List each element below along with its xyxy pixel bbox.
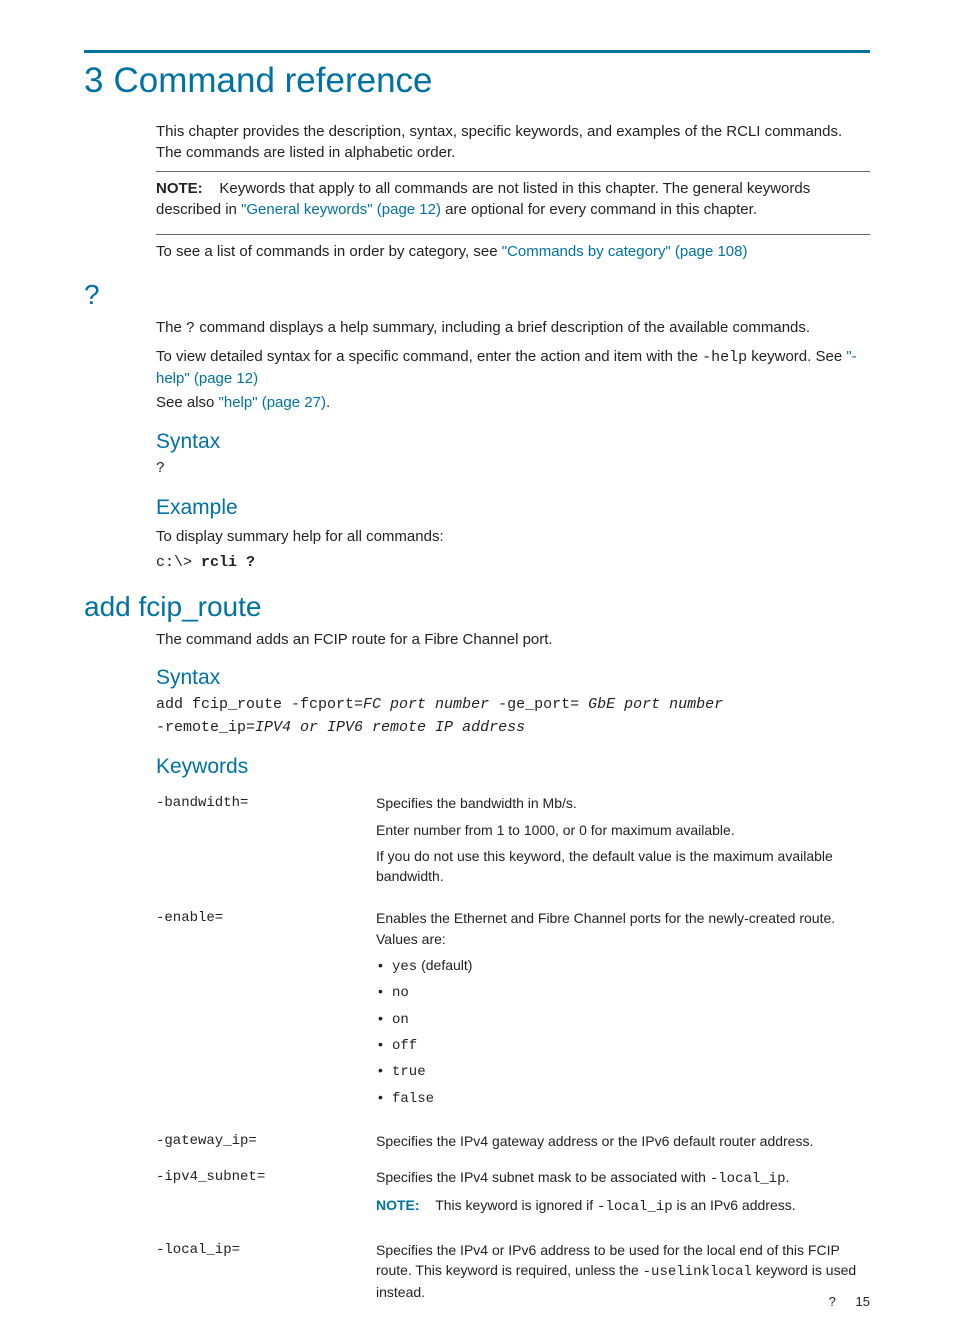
keyword-desc: Specifies the bandwidth in Mb/s. Enter n… bbox=[376, 793, 870, 892]
keyword-row-gateway-ip: -gateway_ip= Specifies the IPv4 gateway … bbox=[156, 1131, 870, 1157]
subheading-example: Example bbox=[156, 496, 870, 520]
option: on bbox=[376, 1008, 870, 1030]
page-footer: ? 15 bbox=[829, 1294, 870, 1309]
link-general-keywords[interactable]: "General keywords" (page 12) bbox=[241, 201, 441, 218]
link-help[interactable]: "help" (page 27) bbox=[219, 394, 326, 411]
keywords-table: -bandwidth= Specifies the bandwidth in M… bbox=[156, 793, 870, 1308]
code-arg: IPV4 or IPV6 remote IP address bbox=[255, 719, 525, 736]
text: Specifies the IPv4 subnet mask to be ass… bbox=[376, 1169, 710, 1185]
footer-section: ? bbox=[829, 1294, 836, 1309]
text: If you do not use this keyword, the defa… bbox=[376, 846, 870, 887]
options-list: yes (default) no on off true false bbox=[376, 955, 870, 1109]
link-commands-by-category[interactable]: "Commands by category" (page 108) bbox=[502, 243, 748, 260]
q-example-text: To display summary help for all commands… bbox=[156, 526, 870, 548]
keyword-desc: Enables the Ethernet and Fibre Channel p… bbox=[376, 908, 870, 1114]
add-description: The command adds an FCIP route for a Fib… bbox=[156, 629, 870, 651]
inline-code: -uselinklocal bbox=[643, 1264, 752, 1280]
text: Specifies the IPv4 gateway address or th… bbox=[376, 1131, 870, 1151]
subheading-syntax: Syntax bbox=[156, 666, 870, 690]
intro-paragraph: This chapter provides the description, s… bbox=[156, 121, 870, 163]
text: To view detailed syntax for a specific c… bbox=[156, 348, 702, 365]
code-arg: FC port number bbox=[363, 696, 489, 713]
keyword-row-bandwidth: -bandwidth= Specifies the bandwidth in M… bbox=[156, 793, 870, 892]
text: The bbox=[156, 319, 186, 336]
text: command displays a help summary, includi… bbox=[195, 319, 810, 336]
see-commands-paragraph: To see a list of commands in order by ca… bbox=[156, 241, 870, 263]
text: . bbox=[326, 394, 330, 411]
option: yes (default) bbox=[376, 955, 870, 977]
chapter-number: 3 bbox=[84, 61, 103, 101]
option: off bbox=[376, 1034, 870, 1056]
inline-code: -local_ip bbox=[597, 1199, 673, 1215]
q-syntax-code: ? bbox=[156, 458, 870, 481]
chapter-title: 3 Command reference bbox=[84, 61, 870, 101]
code: add fcip_route -fcport= bbox=[156, 696, 363, 713]
text: Enter number from 1 to 1000, or 0 for ma… bbox=[376, 820, 870, 840]
inline-code: ? bbox=[186, 320, 195, 337]
q-example-code: c:\> rcli ? bbox=[156, 552, 870, 575]
code-arg: GbE port number bbox=[588, 696, 723, 713]
section-heading-add-fcip-route: add fcip_route bbox=[84, 591, 870, 623]
note-block: NOTE: Keywords that apply to all command… bbox=[156, 172, 870, 226]
text: keyword. See bbox=[747, 348, 846, 365]
inline-code: -help bbox=[702, 349, 747, 366]
keyword-name: -gateway_ip= bbox=[156, 1131, 376, 1157]
keyword-name: -enable= bbox=[156, 908, 376, 1114]
inner-note: NOTE: This keyword is ignored if -local_… bbox=[376, 1195, 870, 1217]
option-value: true bbox=[392, 1064, 426, 1080]
option: no bbox=[376, 981, 870, 1003]
command: rcli ? bbox=[201, 554, 255, 571]
chapter-name: Command reference bbox=[113, 61, 432, 101]
option: true bbox=[376, 1060, 870, 1082]
text: This keyword is ignored if bbox=[435, 1197, 597, 1213]
option: false bbox=[376, 1087, 870, 1109]
keyword-name: -bandwidth= bbox=[156, 793, 376, 892]
divider bbox=[156, 234, 870, 235]
text: Specifies the bandwidth in Mb/s. bbox=[376, 793, 870, 813]
code: -remote_ip= bbox=[156, 719, 255, 736]
keyword-name: -ipv4_subnet= bbox=[156, 1167, 376, 1224]
text: . bbox=[785, 1169, 789, 1185]
keyword-desc: Specifies the IPv4 subnet mask to be ass… bbox=[376, 1167, 870, 1224]
option-value: false bbox=[392, 1091, 434, 1107]
text: Specifies the IPv4 or IPv6 address to be… bbox=[376, 1240, 870, 1303]
note-text-after: are optional for every command in this c… bbox=[445, 201, 757, 218]
note-label: NOTE: bbox=[376, 1197, 432, 1213]
document-page: 3 Command reference This chapter provide… bbox=[0, 0, 954, 1339]
keyword-desc: Specifies the IPv4 gateway address or th… bbox=[376, 1131, 870, 1157]
option-value: on bbox=[392, 1012, 409, 1028]
top-rule bbox=[84, 50, 870, 53]
text: Specifies the IPv4 subnet mask to be ass… bbox=[376, 1167, 870, 1189]
note-label: NOTE: bbox=[156, 180, 203, 197]
q-description: The ? command displays a help summary, i… bbox=[156, 317, 870, 340]
keyword-row-ipv4-subnet: -ipv4_subnet= Specifies the IPv4 subnet … bbox=[156, 1167, 870, 1224]
option-default: (default) bbox=[417, 957, 472, 973]
add-syntax-code: add fcip_route -fcport=FC port number -g… bbox=[156, 694, 870, 739]
subheading-syntax: Syntax bbox=[156, 430, 870, 454]
inline-code: -local_ip bbox=[710, 1171, 786, 1187]
q-seealso: See also "help" (page 27). bbox=[156, 392, 870, 414]
code: -ge_port= bbox=[489, 696, 588, 713]
keyword-row-enable: -enable= Enables the Ethernet and Fibre … bbox=[156, 908, 870, 1114]
option-value: off bbox=[392, 1038, 417, 1054]
section-heading-question: ? bbox=[84, 279, 870, 311]
text: Enables the Ethernet and Fibre Channel p… bbox=[376, 908, 870, 949]
text: is an IPv6 address. bbox=[673, 1197, 796, 1213]
option-value: no bbox=[392, 985, 409, 1001]
see-text: To see a list of commands in order by ca… bbox=[156, 243, 502, 260]
keyword-row-local-ip: -local_ip= Specifies the IPv4 or IPv6 ad… bbox=[156, 1240, 870, 1309]
subheading-keywords: Keywords bbox=[156, 755, 870, 779]
q-detail: To view detailed syntax for a specific c… bbox=[156, 346, 870, 391]
prompt: c:\> bbox=[156, 554, 201, 571]
keyword-name: -local_ip= bbox=[156, 1240, 376, 1309]
keyword-desc: Specifies the IPv4 or IPv6 address to be… bbox=[376, 1240, 870, 1309]
text: See also bbox=[156, 394, 219, 411]
page-number: 15 bbox=[856, 1294, 870, 1309]
option-value: yes bbox=[392, 959, 417, 975]
